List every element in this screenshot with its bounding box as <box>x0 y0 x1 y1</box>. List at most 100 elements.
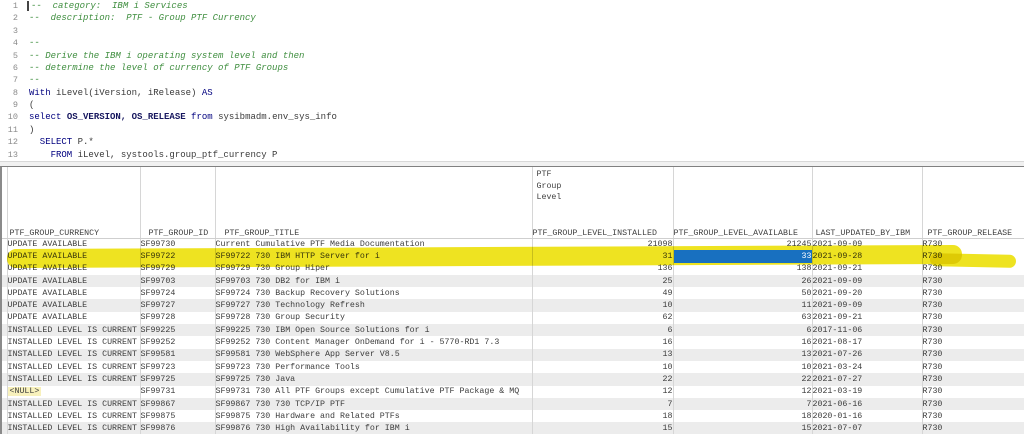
grid-cell-id[interactable]: SF99731 <box>140 386 215 398</box>
grid-cell-id[interactable]: SF99703 <box>140 275 215 287</box>
code-line[interactable]: 6-- determine the level of currency of P… <box>0 62 1024 74</box>
grid-cell-available[interactable]: 21245 <box>673 238 812 250</box>
grid-cell-updated[interactable]: 2021-03-24 <box>812 361 922 373</box>
grid-cell-id[interactable]: SF99225 <box>140 324 215 336</box>
grid-cell-release[interactable]: R730 <box>922 287 1024 299</box>
grid-cell-updated[interactable]: 2021-09-21 <box>812 312 922 324</box>
grid-cell-release[interactable]: R730 <box>922 299 1024 311</box>
code-line[interactable]: 12 SELECT P.* <box>0 136 1024 148</box>
grid-cell-release[interactable]: R730 <box>922 361 1024 373</box>
grid-cell-id[interactable]: SF99730 <box>140 238 215 250</box>
column-header-ptf_group_level_installed[interactable]: PTF Group LevelPTF_GROUP_LEVEL_INSTALLED <box>532 167 673 238</box>
grid-cell-available[interactable]: 26 <box>673 275 812 287</box>
column-header-ptf_group_level_available[interactable]: PTF_GROUP_LEVEL_AVAILABLE <box>673 167 812 238</box>
grid-cell-release[interactable]: R730 <box>922 238 1024 250</box>
grid-cell-release[interactable]: R730 <box>922 373 1024 385</box>
code-line-text[interactable]: SELECT P.* <box>22 136 94 148</box>
code-line-text[interactable]: ( <box>22 99 34 111</box>
grid-cell-updated[interactable]: 2021-09-09 <box>812 238 922 250</box>
grid-cell-title[interactable]: SF99225 730 IBM Open Source Solutions fo… <box>215 324 532 336</box>
grid-cell-id[interactable]: SF99724 <box>140 287 215 299</box>
grid-cell-available[interactable]: 12 <box>673 386 812 398</box>
grid-cell-release[interactable]: R730 <box>922 275 1024 287</box>
code-line[interactable]: 5-- Derive the IBM i operating system le… <box>0 50 1024 62</box>
grid-cell-currency[interactable]: INSTALLED LEVEL IS CURRENT <box>7 324 140 336</box>
grid-cell-installed[interactable]: 10 <box>532 361 673 373</box>
code-line[interactable]: 8With iLevel(iVersion, iRelease) AS <box>0 87 1024 99</box>
grid-cell-currency[interactable]: UPDATE AVAILABLE <box>7 275 140 287</box>
grid-cell-updated[interactable]: 2021-09-21 <box>812 263 922 275</box>
grid-cell-available[interactable]: 10 <box>673 361 812 373</box>
grid-cell-installed[interactable]: 22 <box>532 373 673 385</box>
grid-cell-title[interactable]: SF99722 730 IBM HTTP Server for i <box>215 250 532 262</box>
code-line[interactable]: 10select OS_VERSION, OS_RELEASE from sys… <box>0 111 1024 123</box>
grid-cell-available[interactable]: 7 <box>673 398 812 410</box>
grid-cell-installed[interactable]: 12 <box>532 386 673 398</box>
grid-cell-updated[interactable]: 2017-11-06 <box>812 324 922 336</box>
code-line[interactable]: 2-- description: PTF - Group PTF Currenc… <box>0 12 1024 24</box>
grid-cell-currency[interactable]: INSTALLED LEVEL IS CURRENT <box>7 373 140 385</box>
grid-cell-title[interactable]: SF99729 730 Group Hiper <box>215 263 532 275</box>
column-header-ptf_group_title[interactable]: PTF_GROUP_TITLE <box>215 167 532 238</box>
grid-cell-id[interactable]: SF99252 <box>140 336 215 348</box>
grid-cell-title[interactable]: SF99724 730 Backup Recovery Solutions <box>215 287 532 299</box>
code-line-text[interactable]: With iLevel(iVersion, iRelease) AS <box>22 87 213 99</box>
grid-cell-currency[interactable]: UPDATE AVAILABLE <box>7 287 140 299</box>
grid-cell-title[interactable]: SF99252 730 Content Manager OnDemand for… <box>215 336 532 348</box>
grid-cell-currency[interactable]: INSTALLED LEVEL IS CURRENT <box>7 398 140 410</box>
grid-cell-currency[interactable]: UPDATE AVAILABLE <box>7 238 140 250</box>
column-header-ptf_group_release[interactable]: PTF_GROUP_RELEASE <box>922 167 1024 238</box>
grid-cell-updated[interactable]: 2020-01-16 <box>812 410 922 422</box>
grid-cell-id[interactable]: SF99581 <box>140 349 215 361</box>
grid-cell-release[interactable]: R730 <box>922 312 1024 324</box>
grid-cell-installed[interactable]: 25 <box>532 275 673 287</box>
grid-cell-release[interactable]: R730 <box>922 386 1024 398</box>
grid-cell-installed[interactable]: 6 <box>532 324 673 336</box>
grid-cell-release[interactable]: R730 <box>922 324 1024 336</box>
grid-cell-available[interactable]: 138 <box>673 263 812 275</box>
grid-cell-available[interactable]: 11 <box>673 299 812 311</box>
grid-cell-installed[interactable]: 13 <box>532 349 673 361</box>
grid-cell-title[interactable]: SF99581 730 WebSphere App Server V8.5 <box>215 349 532 361</box>
grid-cell-title[interactable]: SF99723 730 Performance Tools <box>215 361 532 373</box>
grid-cell-title[interactable]: SF99728 730 Group Security <box>215 312 532 324</box>
grid-cell-updated[interactable]: 2021-07-26 <box>812 349 922 361</box>
grid-cell-currency[interactable]: UPDATE AVAILABLE <box>7 250 140 262</box>
grid-cell-id[interactable]: SF99723 <box>140 361 215 373</box>
code-line-text[interactable]: -- category: IBM i Services <box>22 0 188 12</box>
grid-cell-installed[interactable]: 18 <box>532 410 673 422</box>
grid-cell-installed[interactable]: 16 <box>532 336 673 348</box>
grid-cell-currency[interactable]: INSTALLED LEVEL IS CURRENT <box>7 349 140 361</box>
grid-cell-updated[interactable]: 2021-07-27 <box>812 373 922 385</box>
grid-cell-currency[interactable]: UPDATE AVAILABLE <box>7 263 140 275</box>
grid-cell-updated[interactable]: 2021-09-20 <box>812 287 922 299</box>
code-line[interactable]: 11) <box>0 124 1024 136</box>
grid-cell-installed[interactable]: 49 <box>532 287 673 299</box>
code-line-text[interactable]: -- Derive the IBM i operating system lev… <box>22 50 304 62</box>
grid-cell-installed[interactable]: 21098 <box>532 238 673 250</box>
grid-cell-currency[interactable]: INSTALLED LEVEL IS CURRENT <box>7 361 140 373</box>
code-line-text[interactable]: -- determine the level of currency of PT… <box>22 62 288 74</box>
grid-cell-id[interactable]: SF99876 <box>140 422 215 434</box>
grid-cell-available[interactable]: 50 <box>673 287 812 299</box>
grid-cell-currency[interactable]: INSTALLED LEVEL IS CURRENT <box>7 422 140 434</box>
code-line-text[interactable]: ) <box>22 124 34 136</box>
grid-cell-release[interactable]: R730 <box>922 349 1024 361</box>
grid-cell-available[interactable]: 16 <box>673 336 812 348</box>
grid-cell-installed[interactable]: 136 <box>532 263 673 275</box>
column-header-ptf_group_currency[interactable]: PTF_GROUP_CURRENCY <box>7 167 140 238</box>
code-line-text[interactable]: -- <box>22 37 40 49</box>
grid-cell-release[interactable]: R730 <box>922 336 1024 348</box>
code-line[interactable]: 1-- category: IBM i Services <box>0 0 1024 12</box>
grid-cell-currency[interactable]: INSTALLED LEVEL IS CURRENT <box>7 410 140 422</box>
grid-cell-release[interactable]: R730 <box>922 263 1024 275</box>
grid-cell-id[interactable]: SF99727 <box>140 299 215 311</box>
grid-cell-available[interactable]: 22 <box>673 373 812 385</box>
grid-cell-release[interactable]: R730 <box>922 398 1024 410</box>
grid-cell-updated[interactable]: 2021-07-07 <box>812 422 922 434</box>
grid-cell-installed[interactable]: 62 <box>532 312 673 324</box>
grid-cell-available[interactable]: 6 <box>673 324 812 336</box>
code-line[interactable]: 3 <box>0 25 1024 37</box>
grid-cell-available[interactable]: 63 <box>673 312 812 324</box>
selected-cell[interactable]: 33 <box>673 250 812 262</box>
